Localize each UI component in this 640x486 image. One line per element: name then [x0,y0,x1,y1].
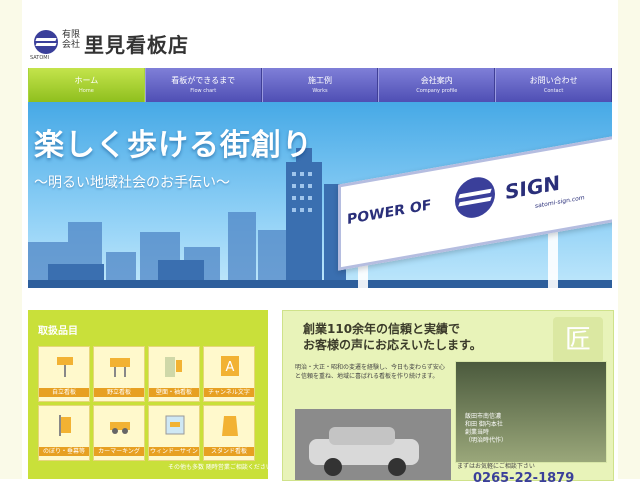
stand-sign-icon [57,357,73,377]
nav-sublabel: Contact [543,88,564,94]
nav-company-profile[interactable]: 会社案内 Company profile [378,68,496,102]
logo-subtext: SATOMI [30,55,50,61]
nav-works[interactable]: 施工例 Works [261,68,379,102]
product-label: 野立看板 [94,388,144,397]
takumi-seal: 匠 [553,317,603,363]
history-body: 明治・大正・昭和の変遷を経験し、今日も変わらず安心と信頼を重ね、地域に喜ばれる看… [295,364,445,380]
products-grid: 自立看板 野立看板 壁面・袖看板 A チャンネル文字 のぼり・垂幕等 カーマーキ… [38,346,258,461]
window-sign-icon [165,415,185,435]
nav-sublabel: Company profile [416,88,458,94]
product-label: 自立看板 [39,388,89,397]
nav-label: ホーム [74,76,99,85]
product-stand-sign[interactable]: 自立看板 [38,346,90,402]
channel-letter-icon: A [221,356,239,376]
products-title: 取扱品目 [38,326,78,337]
nav-label: 看板ができるまで [171,76,236,85]
company-type: 有限会社 [62,30,81,50]
wall-sign-icon [165,357,182,377]
stand-board-icon [222,416,238,436]
history-headline-line2: お客様の声にお応えいたします。 [303,338,482,352]
product-label: 壁面・袖看板 [149,388,199,397]
history-headline: 創業110余年の信頼と実績で お客様の声にお応えいたします。 [303,321,482,353]
photo-caption: 飯田市南信濃 和田 御内本社 創業当時 （明治時代作） [465,413,508,444]
product-roadside-sign[interactable]: 野立看板 [93,346,145,402]
product-label: チャンネル文字 [204,388,254,397]
car-marking-icon [110,422,130,434]
nav-home[interactable]: ホーム Home [28,68,145,102]
hero-banner: 楽しく歩ける街創り ～明るい地域社会のお手伝い～ POWER OF SIGN s… [28,102,612,288]
product-window-sign[interactable]: ウィンドーサイン [148,405,200,461]
page-background: SATOMI 有限会社 里見看板店 ホーム Home 看板ができるまで Flow… [0,0,640,486]
nav-label: お問い合わせ [529,76,578,85]
history-panel: 匠 創業110余年の信頼と実績で お客様の声にお応えいたします。 明治・大正・昭… [282,310,614,486]
product-banner[interactable]: のぼり・垂幕等 [38,405,90,461]
roadside-sign-icon [110,358,130,377]
product-label: スタンド看板 [204,447,254,456]
product-wall-sign[interactable]: 壁面・袖看板 [148,346,200,402]
nav-contact[interactable]: お問い合わせ Contact [495,68,612,102]
historic-signboard-photo [455,361,607,463]
vintage-car-icon [295,409,451,480]
company-logo-icon[interactable] [34,30,58,54]
hero-title: 楽しく歩ける街創り [34,128,313,163]
history-headline-line1: 創業110余年の信頼と実績で [303,322,461,336]
product-stand-board[interactable]: スタンド看板 [203,405,255,461]
hero-subtitle: ～明るい地域社会のお手伝い～ [34,175,230,191]
nav-sublabel: Home [79,88,94,94]
nav-flow-chart[interactable]: 看板ができるまで Flow chart [144,68,262,102]
nav-label: 会社案内 [420,76,453,85]
billboard-logo-icon [455,174,495,222]
billboard-text-left: POWER OF [347,197,432,229]
nav-label: 施工例 [307,76,332,85]
product-label: のぼり・垂幕等 [39,447,89,456]
main-nav: ホーム Home 看板ができるまで Flow chart 施工例 Works 会… [28,68,612,102]
product-car-marking[interactable]: カーマーキング [93,405,145,461]
product-channel-letter[interactable]: A チャンネル文字 [203,346,255,402]
products-footer: その他も多数 随時営業ご相談ください [168,464,272,471]
company-name[interactable]: 里見看板店 [84,29,189,58]
product-label: カーマーキング [94,447,144,456]
nav-sublabel: Flow chart [190,88,217,94]
consult-text: まずはお気軽にご相談下さい [457,463,535,470]
products-panel: 取扱品目 自立看板 野立看板 壁面・袖看板 A チャンネル文字 のぼり・垂幕等 [28,310,272,479]
vintage-car-photo [295,409,451,480]
product-label: ウィンドーサイン [149,447,199,456]
svg-text:A: A [226,360,235,375]
banner-icon [59,415,71,436]
nav-sublabel: Works [312,88,328,94]
